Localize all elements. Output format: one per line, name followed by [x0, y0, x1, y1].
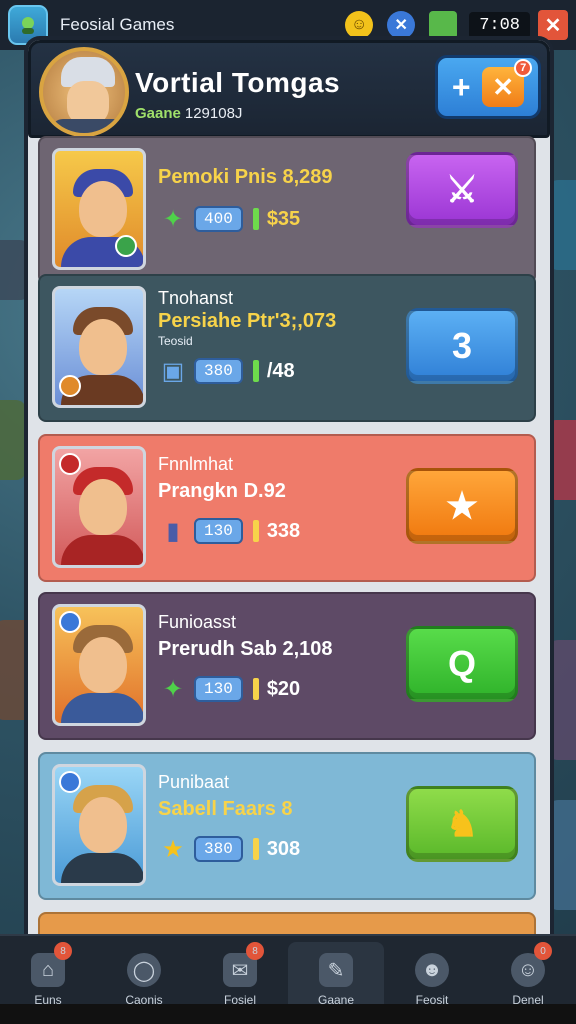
card-title: Sabell Faars 8	[158, 798, 293, 820]
app-icon[interactable]	[8, 5, 48, 45]
nav-badge: 8	[54, 942, 72, 960]
close-button[interactable]: ✕	[538, 10, 568, 40]
stat-bar	[252, 360, 259, 382]
puzzle-icon: ♞	[445, 803, 479, 844]
nav-badge: 8	[246, 942, 264, 960]
card-stats: ✦ 400 $35	[158, 204, 300, 234]
stat-value: /48	[266, 359, 295, 382]
profile-avatar[interactable]	[39, 47, 129, 137]
card-icon: ▮	[166, 517, 180, 545]
badge-icon	[115, 235, 137, 257]
badge-icon	[59, 375, 81, 397]
badge-icon	[59, 453, 81, 475]
action-button[interactable]: ★	[406, 468, 518, 544]
nav-badge: 0	[534, 942, 552, 960]
search-icon: Q	[447, 643, 476, 684]
card-label: Funioasst	[158, 612, 237, 632]
world-building	[548, 800, 576, 910]
world-building	[0, 240, 30, 300]
add-friend-button[interactable]: + ✕ 7	[435, 55, 541, 119]
card-stats: ▮ 130 338	[158, 516, 300, 546]
card-stats: ✦ 130 $20	[158, 674, 300, 704]
character-portrait	[52, 764, 146, 886]
action-button[interactable]: ⚔	[406, 152, 518, 228]
notification-badge: 7	[514, 59, 533, 77]
stat-pill: 130	[194, 676, 243, 702]
list-item[interactable]: Funioasst Prerudh Sab 2,108 ✦ 130 $20 Q	[38, 592, 536, 740]
action-button[interactable]: 3	[406, 308, 518, 384]
stat-bar	[252, 520, 259, 542]
sword-icon: ⚔	[445, 169, 479, 210]
list-item[interactable]: Tnohanst Persiahe Ptr'3;,073 Teosid ▣ 38…	[38, 274, 536, 422]
stat-pill: 380	[194, 836, 243, 862]
star-icon: ★	[445, 485, 479, 526]
badge-icon	[59, 771, 81, 793]
card-title: Prangkn D.92	[158, 480, 286, 502]
list-item[interactable]: Punibaat Sabell Faars 8 ★ 380 308 ♞	[38, 752, 536, 900]
clock: 7:08	[469, 11, 530, 39]
subtitle-value: 129108J	[184, 105, 243, 122]
star-icon: ★	[162, 835, 184, 863]
ring-icon: ◯	[127, 953, 161, 987]
action-button[interactable]: ♞	[406, 786, 518, 862]
stat-pill: 130	[194, 518, 243, 544]
people-icon: ☻	[415, 953, 449, 987]
character-portrait	[52, 286, 146, 408]
system-bar	[0, 1004, 576, 1024]
cube-icon[interactable]	[429, 11, 458, 39]
profile-header: Vortial Tomgas Gaane 129108J + ✕ 7	[28, 40, 550, 138]
stat-pill: 400	[194, 206, 243, 232]
list-item[interactable]: Fnnlmhat Prangkn D.92 ▮ 130 338 ★	[38, 434, 536, 582]
subtitle-label: Gaane	[135, 105, 181, 122]
stat-bar	[252, 678, 259, 700]
edit-icon: ✎	[319, 953, 353, 987]
card-stats: ★ 380 308	[158, 834, 300, 864]
world-building	[546, 420, 576, 500]
gem-icon: ✦	[162, 205, 184, 233]
app-title: Feosial Games	[60, 15, 175, 34]
shield-x-icon[interactable]: ✕	[387, 11, 416, 39]
character-portrait	[52, 604, 146, 726]
world-tree	[0, 400, 26, 480]
action-button[interactable]: Q	[406, 626, 518, 702]
card-title: Pemoki Pnis 8,289	[158, 166, 333, 188]
card-title: Persiahe Ptr'3;,073	[158, 310, 337, 332]
stat-value: $35	[266, 207, 301, 230]
badge-icon	[59, 611, 81, 633]
versus-icon: ✕ 7	[482, 59, 533, 107]
emoji-icon[interactable]: ☺	[345, 11, 374, 39]
card-subtitle: Teosid	[158, 334, 193, 348]
character-portrait	[52, 148, 146, 270]
world-building	[548, 640, 576, 760]
page-title: Vortial Tomgas	[135, 67, 341, 98]
gem-icon: ✦	[162, 675, 184, 703]
stat-pill: 380	[194, 358, 243, 384]
chart-icon: ▣	[161, 357, 185, 385]
number-3-icon: 3	[451, 325, 473, 366]
plus-icon: +	[451, 68, 471, 105]
stat-bar	[252, 838, 259, 860]
card-label: Fnnlmhat	[158, 454, 234, 474]
character-portrait	[52, 446, 146, 568]
card-stats: ▣ 380 /48	[158, 356, 295, 386]
stat-value: 308	[266, 837, 301, 860]
profile-subtitle: Gaane 129108J	[135, 105, 242, 122]
card-label: Punibaat	[158, 772, 230, 792]
stat-value: 338	[266, 519, 301, 542]
world-water	[548, 180, 576, 270]
card-label: Tnohanst	[158, 288, 234, 308]
list-item[interactable]: Pemoki Pnis 8,289 ✦ 400 $35 ⚔	[38, 136, 536, 284]
stat-value: $20	[266, 677, 301, 700]
stat-bar	[252, 208, 259, 230]
card-title: Prerudh Sab 2,108	[158, 638, 333, 660]
